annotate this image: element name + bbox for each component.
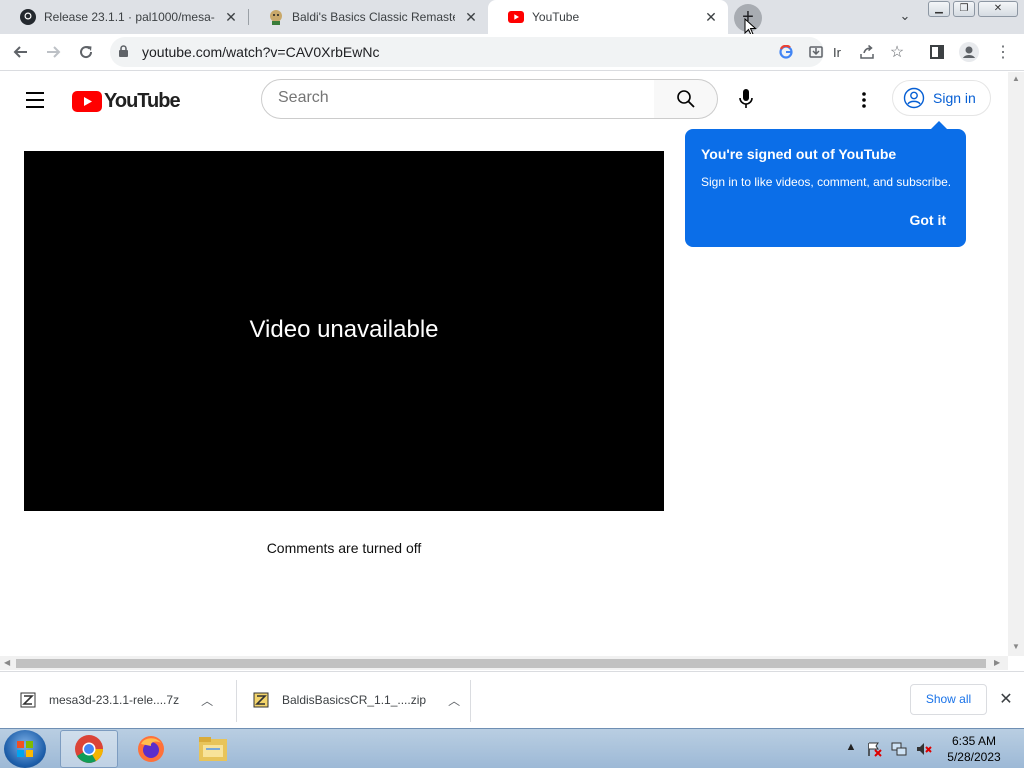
youtube-logo[interactable]: YouTube [72,89,181,112]
tab-youtube[interactable]: YouTube ✕ [488,0,728,34]
horizontal-scroll-thumb[interactable] [16,659,986,668]
volume-muted-icon[interactable] [916,741,932,757]
download-filename: BaldisBasicsCR_1.1_....zip [282,693,427,707]
voice-search-button[interactable] [726,79,766,119]
extension-ir-button[interactable]: Ir [826,41,848,63]
forward-arrow-icon[interactable] [42,41,64,63]
clock-time: 6:35 AM [951,734,997,748]
tooltip-body: Sign in to like videos, comment, and sub… [701,175,952,189]
youtube-play-logo-icon [72,90,102,112]
close-tab-icon[interactable]: ✕ [463,9,479,25]
search-icon [676,90,695,108]
profile-avatar-icon[interactable] [958,41,980,63]
sign-in-label: Sign in [933,90,976,106]
account-circle-icon [903,87,925,109]
restore-window-button[interactable]: ❐ [953,1,975,17]
close-tab-icon[interactable]: ✕ [703,9,719,25]
archive-file-icon [20,692,36,708]
download-shelf: mesa3d-23.1.1-rele....7z ︿ BaldisBasicsC… [0,671,1024,728]
show-hidden-icons-arrow-icon[interactable]: ▲ [843,741,859,757]
browser-toolbar: youtube.com/watch?v=CAV0XrbEwNc Ir ☆ ⋮ [0,34,1024,71]
signed-out-tooltip: You're signed out of YouTube Sign in to … [685,121,966,247]
youtube-icon [508,9,524,25]
taskbar-file-explorer[interactable] [184,730,242,768]
chevron-up-icon[interactable]: ︿ [201,692,213,709]
close-tab-icon[interactable]: ✕ [223,9,239,25]
taskbar-firefox[interactable] [122,730,180,768]
sign-in-button[interactable]: Sign in [892,80,991,116]
tab-strip: Release 23.1.1 · pal1000/mesa-di ✕ Baldi… [0,0,1024,36]
got-it-button[interactable]: Got it [909,212,946,228]
scroll-up-arrow-icon[interactable]: ▲ [1012,74,1020,83]
back-arrow-icon[interactable] [10,41,32,63]
reload-icon[interactable] [75,41,97,63]
file-explorer-icon [199,737,227,761]
youtube-header: YouTube Sign in [0,72,1008,128]
hamburger-menu-icon[interactable] [24,88,48,112]
video-player[interactable]: Video unavailable [24,151,664,511]
chrome-icon [75,735,103,763]
download-separator [236,680,237,722]
lock-icon[interactable] [118,45,129,63]
video-unavailable-message: Video unavailable [249,316,439,343]
show-all-downloads-button[interactable]: Show all [910,684,987,715]
zip-file-icon [253,692,269,708]
bookmark-star-icon[interactable]: ☆ [886,41,908,63]
download-separator [470,680,471,722]
tab-search-chevron-icon[interactable]: ⌄ [896,8,914,26]
search-button[interactable] [654,79,718,119]
share-icon[interactable] [856,41,878,63]
windows-taskbar: ▲ 6:35 AM 5/28/2023 [0,728,1024,768]
google-translate-icon[interactable] [775,41,797,63]
comments-disabled-message: Comments are turned off [266,540,422,556]
tab-github-release[interactable]: Release 23.1.1 · pal1000/mesa-di ✕ [0,0,248,34]
download-filename: mesa3d-23.1.1-rele....7z [49,693,180,707]
address-bar[interactable]: youtube.com/watch?v=CAV0XrbEwNc [110,37,824,67]
firefox-icon [138,736,164,762]
tab-title: YouTube [532,10,580,24]
chevron-up-icon[interactable]: ︿ [448,692,460,709]
network-icon[interactable] [891,741,907,757]
url-text: youtube.com/watch?v=CAV0XrbEwNc [142,44,380,60]
install-app-icon[interactable] [805,41,827,63]
search-input[interactable] [278,89,638,107]
scroll-right-arrow-icon[interactable]: ▶ [994,658,1000,667]
clock-date: 5/28/2023 [947,750,1001,764]
tab-baldis-basics[interactable]: Baldi's Basics Classic Remastered ✕ [248,0,488,34]
action-center-flag-icon[interactable] [866,741,882,757]
github-icon [20,9,36,25]
minimize-window-button[interactable]: ▁ [928,1,950,17]
side-panel-icon[interactable] [926,41,948,63]
microphone-icon [739,89,753,108]
browser-menu-icon[interactable]: ⋮ [992,41,1014,63]
vertical-scrollbar[interactable]: ▲ ▼ [1008,72,1024,656]
baldi-icon [268,9,284,25]
scroll-down-arrow-icon[interactable]: ▼ [1012,642,1020,651]
close-download-shelf-icon[interactable]: ✕ [996,689,1016,709]
horizontal-scrollbar[interactable]: ◀ ▶ [0,656,1008,670]
more-options-icon[interactable] [850,86,878,114]
tab-title: Baldi's Basics Classic Remastered [292,10,455,24]
tooltip-title: You're signed out of YouTube [701,146,897,162]
windows-start-button[interactable] [4,730,46,768]
close-window-button[interactable]: ✕ [978,1,1018,17]
scroll-left-arrow-icon[interactable]: ◀ [4,658,10,667]
download-item-baldis[interactable]: BaldisBasicsCR_1.1_....zip ︿ [253,672,460,728]
taskbar-chrome[interactable] [60,730,118,768]
system-clock[interactable]: 6:35 AM 5/28/2023 [940,733,1008,765]
search-box[interactable] [261,79,655,119]
download-item-mesa3d[interactable]: mesa3d-23.1.1-rele....7z ︿ [20,672,213,728]
youtube-wordmark: YouTube [104,89,181,112]
tab-title: Release 23.1.1 · pal1000/mesa-di [44,10,215,24]
